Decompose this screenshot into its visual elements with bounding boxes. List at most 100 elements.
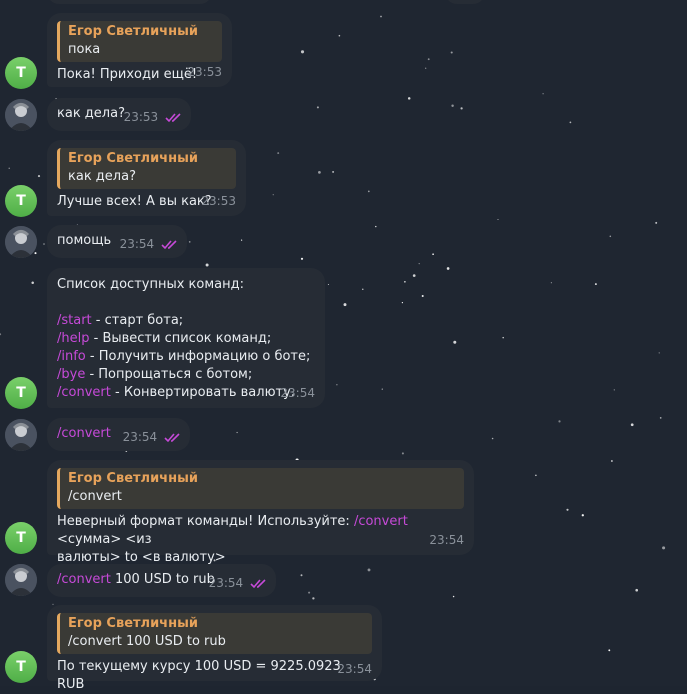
star bbox=[662, 546, 666, 550]
star bbox=[451, 104, 454, 107]
bot-avatar[interactable]: T bbox=[5, 185, 37, 217]
star bbox=[31, 281, 34, 285]
message-time: 23:53 bbox=[187, 65, 222, 79]
user-photo bbox=[5, 564, 37, 596]
user-photo bbox=[5, 226, 37, 258]
star bbox=[418, 263, 420, 265]
star bbox=[312, 597, 315, 600]
star bbox=[300, 574, 303, 577]
reply-quote[interactable]: Егор Светличный /convert 100 USD to rub bbox=[57, 613, 372, 654]
star bbox=[659, 417, 662, 419]
message-time: 23:53 bbox=[201, 194, 236, 208]
star bbox=[453, 340, 457, 344]
avatar-letter: T bbox=[16, 385, 26, 401]
star bbox=[569, 121, 572, 124]
star bbox=[421, 294, 424, 298]
star bbox=[332, 170, 335, 173]
bot-message[interactable]: Егор Светличный пока Пока! Приходи ещё! … bbox=[47, 13, 232, 87]
star bbox=[446, 267, 450, 270]
star bbox=[613, 389, 615, 391]
user-message[interactable]: /convert 100 USD to rub 23:54 bbox=[47, 564, 276, 597]
command-line: /bye - Попрощаться с ботом; bbox=[57, 366, 315, 384]
star bbox=[427, 58, 430, 61]
message-time: 23:54 bbox=[122, 430, 158, 444]
command-line: /info - Получить информацию о боте; bbox=[57, 348, 315, 366]
star bbox=[542, 93, 544, 95]
message-text: 100 USD to rub bbox=[110, 572, 215, 587]
command-link[interactable]: /bye bbox=[57, 367, 85, 382]
star bbox=[558, 420, 561, 423]
user-avatar[interactable] bbox=[5, 99, 37, 131]
reply-author: Егор Светличный bbox=[68, 471, 198, 486]
star bbox=[594, 283, 597, 286]
star bbox=[655, 221, 658, 224]
command-link[interactable]: /convert bbox=[57, 385, 111, 400]
star bbox=[432, 253, 434, 256]
reply-quote-text: как дела? bbox=[68, 169, 136, 184]
reply-quote[interactable]: Егор Светличный /convert bbox=[57, 468, 464, 509]
bot-avatar[interactable]: T bbox=[5, 522, 37, 554]
star bbox=[630, 423, 634, 427]
reply-quote[interactable]: Егор Светличный как дела? bbox=[57, 148, 236, 189]
command-link[interactable]: /convert bbox=[57, 572, 111, 587]
star bbox=[404, 280, 406, 283]
reply-author: Егор Светличный bbox=[68, 151, 198, 166]
star bbox=[300, 257, 304, 260]
user-message[interactable]: помощь 23:54 bbox=[47, 225, 187, 258]
star bbox=[367, 190, 370, 193]
message-text: Неверный формат команды! Используйте: /c… bbox=[57, 513, 464, 549]
user-avatar[interactable] bbox=[5, 564, 37, 596]
star bbox=[277, 152, 280, 155]
message-time-row: 23:54 bbox=[123, 428, 182, 446]
reply-author: Егор Светличный bbox=[68, 24, 198, 39]
message-time: 23:54 bbox=[280, 386, 315, 400]
command-link[interactable]: /info bbox=[57, 349, 86, 364]
command-description: - старт бота; bbox=[91, 313, 184, 328]
reply-quote[interactable]: Егор Светличный пока bbox=[57, 21, 222, 62]
command-line: /help - Вывести список команд; bbox=[57, 330, 315, 348]
star bbox=[327, 283, 329, 286]
bot-message[interactable]: Егор Светличный как дела? Лучше всех! А … bbox=[47, 140, 246, 216]
message-time: 23:53 bbox=[123, 110, 159, 124]
user-message[interactable]: как дела? 23:53 bbox=[47, 98, 191, 131]
user-avatar[interactable] bbox=[5, 419, 37, 451]
star bbox=[343, 303, 347, 307]
star bbox=[8, 167, 10, 169]
bot-message[interactable]: Егор Светличный /convert Неверный формат… bbox=[47, 460, 474, 565]
bot-message[interactable]: Егор Светличный /convert 100 USD to rub … bbox=[47, 605, 382, 692]
command-description: - Вывести список команд; bbox=[89, 331, 272, 346]
user-message[interactable]: /convert 23:54 bbox=[47, 418, 190, 451]
message-text: помощь bbox=[57, 233, 112, 248]
message-time: 23:54 bbox=[429, 533, 464, 547]
bot-avatar[interactable]: T bbox=[5, 57, 37, 89]
star bbox=[550, 282, 552, 284]
message-time-row: 23:53 bbox=[124, 108, 183, 126]
bot-avatar[interactable]: T bbox=[5, 377, 37, 409]
command-link[interactable]: /help bbox=[57, 331, 89, 346]
command-link[interactable]: /start bbox=[57, 313, 92, 328]
avatar-letter: T bbox=[16, 193, 26, 209]
star bbox=[502, 336, 504, 339]
message-time: 23:54 bbox=[208, 576, 244, 590]
star bbox=[452, 595, 455, 598]
star bbox=[566, 508, 569, 511]
user-photo bbox=[5, 99, 37, 131]
message-time-row: 23:54 bbox=[120, 235, 179, 253]
star bbox=[367, 568, 371, 572]
avatar-letter: T bbox=[16, 659, 26, 675]
command-link[interactable]: /convert bbox=[354, 514, 408, 529]
star bbox=[401, 452, 404, 455]
message-time: 23:54 bbox=[337, 662, 372, 676]
read-double-check-icon bbox=[165, 112, 181, 122]
message-text-part: <сумма> <из bbox=[57, 532, 152, 547]
bot-message[interactable]: Список доступных команд: /start - старт … bbox=[47, 268, 325, 408]
command-description: - Получить информацию о боте; bbox=[85, 349, 311, 364]
command-link[interactable]: /convert bbox=[57, 426, 111, 441]
message-time: 23:54 bbox=[119, 237, 155, 251]
bot-avatar[interactable]: T bbox=[5, 651, 37, 683]
star bbox=[407, 97, 411, 100]
reply-quote-text: /convert 100 USD to rub bbox=[68, 634, 226, 649]
star bbox=[375, 225, 377, 228]
user-avatar[interactable] bbox=[5, 226, 37, 258]
